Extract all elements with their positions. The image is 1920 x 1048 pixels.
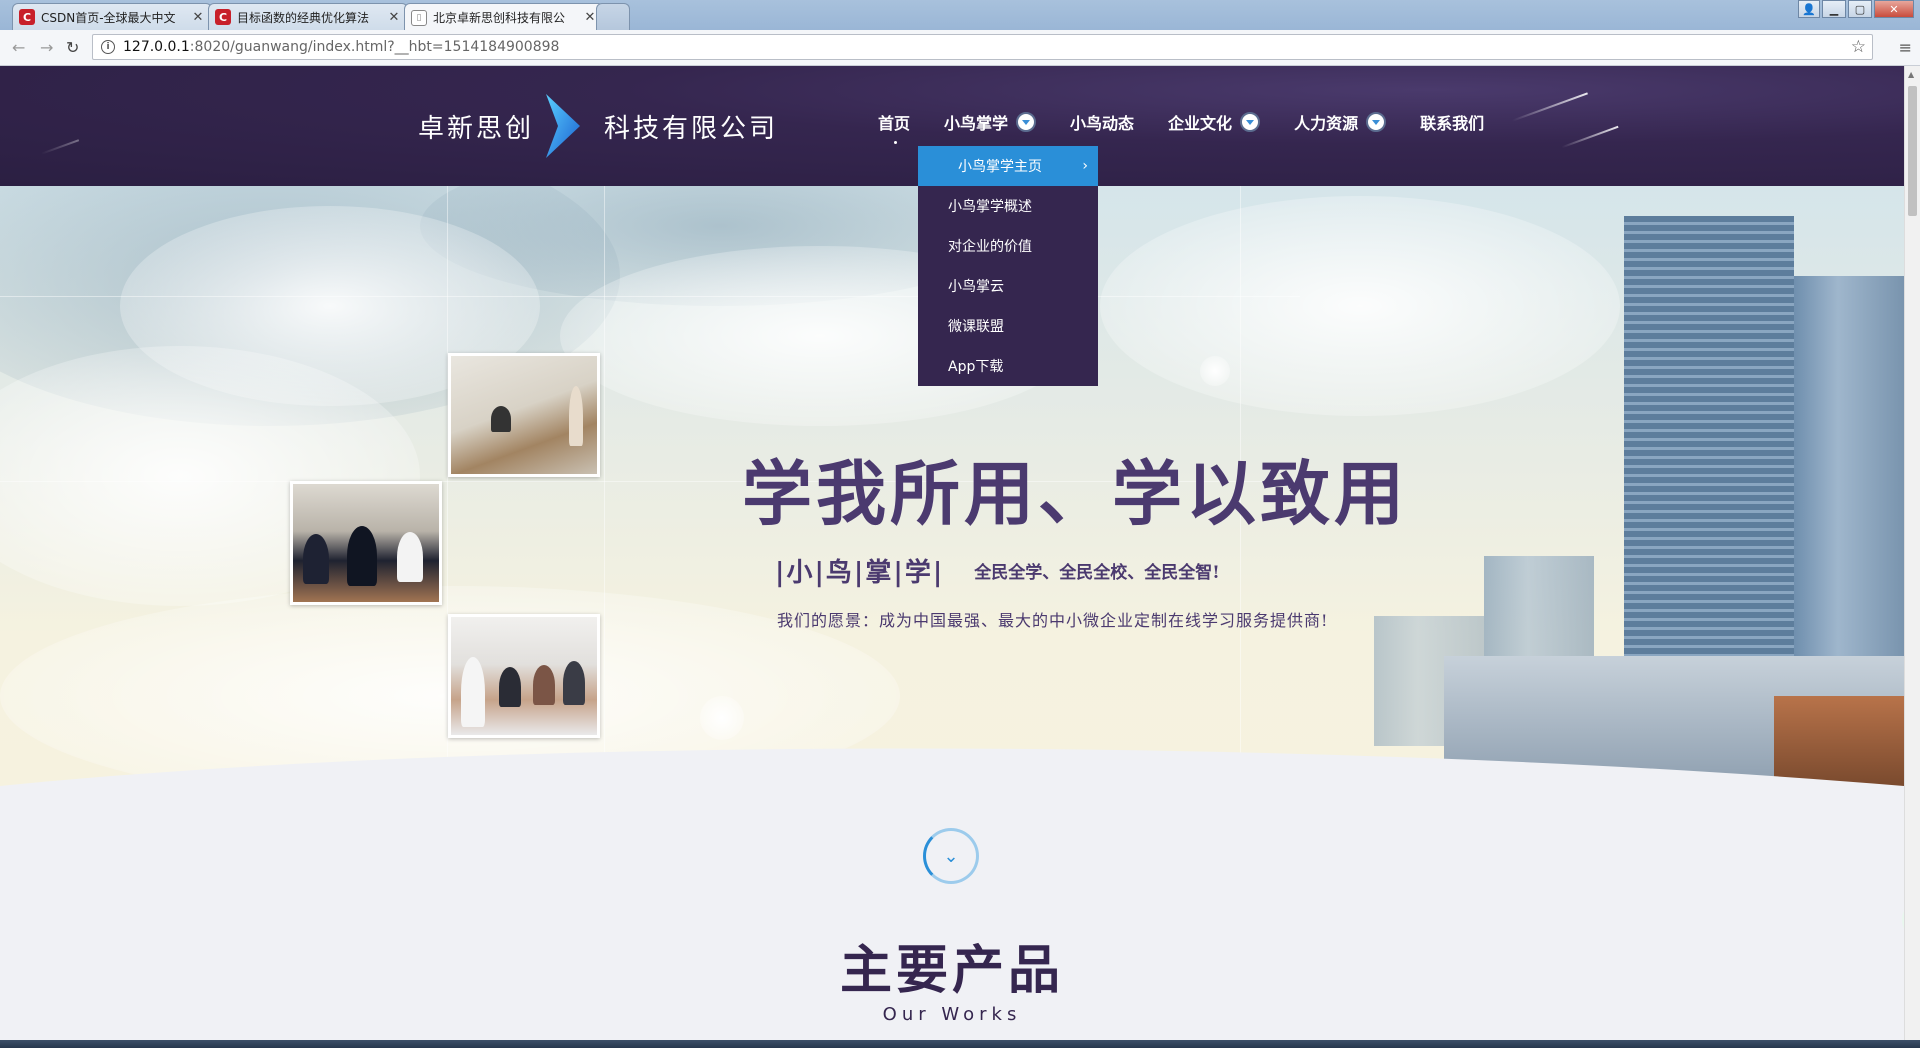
meeting-photo bbox=[290, 481, 442, 605]
page-scrollbar[interactable]: ▲ bbox=[1904, 66, 1920, 1040]
nav-item-culture[interactable]: 企业文化 bbox=[1168, 110, 1261, 134]
person-figure bbox=[569, 386, 583, 446]
dropdown-item[interactable]: 小鸟掌云 bbox=[918, 266, 1098, 306]
close-icon[interactable]: ✕ bbox=[191, 10, 205, 25]
url-input[interactable]: i 127.0.0.1:8020/guanwang/index.html?__h… bbox=[92, 34, 1873, 60]
grid-line bbox=[0, 296, 1300, 297]
os-taskbar bbox=[0, 1040, 1920, 1048]
vision-statement: 我们的愿景：成为中国最强、最大的中小微企业定制在线学习服务提供商! bbox=[777, 611, 1329, 630]
dropdown-item-label: 小鸟掌学概述 bbox=[948, 199, 1032, 215]
reload-icon[interactable]: ↻ bbox=[66, 38, 79, 57]
nav-item-xiaoniao[interactable]: 小鸟掌学 bbox=[944, 110, 1037, 134]
dropdown-item-label: App下载 bbox=[948, 359, 1004, 375]
brand-name: |小|鸟|掌|学| bbox=[775, 558, 945, 588]
person-figure bbox=[563, 661, 585, 705]
dropdown-item-label: 对企业的价值 bbox=[948, 239, 1032, 255]
dropdown-item[interactable]: 小鸟掌学主页 › bbox=[918, 146, 1098, 186]
nav-label: 小鸟掌学 bbox=[944, 114, 1009, 133]
csdn-icon: C bbox=[215, 9, 231, 25]
new-tab-button[interactable] bbox=[596, 3, 630, 30]
bookmark-star-icon[interactable]: ☆ bbox=[1851, 37, 1866, 57]
close-window-button[interactable]: ✕ bbox=[1874, 0, 1914, 18]
person-figure bbox=[491, 406, 511, 432]
classroom-photo bbox=[448, 353, 600, 477]
meteor-decoration bbox=[1561, 125, 1619, 149]
url-host: 127.0.0.1 bbox=[123, 39, 190, 55]
main-nav: 首页 小鸟掌学 小鸟动态 企业文化 人力资源 联系我们 bbox=[878, 110, 1518, 144]
section-subtitle: Our Works bbox=[882, 1004, 1022, 1025]
nav-label: 小鸟动态 bbox=[1070, 114, 1135, 133]
scrollbar-thumb[interactable] bbox=[1908, 86, 1917, 216]
maximize-button[interactable]: ▢ bbox=[1848, 0, 1872, 18]
person-figure bbox=[499, 667, 521, 707]
person-figure bbox=[533, 665, 555, 705]
logo-chevron-icon bbox=[546, 94, 581, 158]
logo-text-left: 卓新思创 bbox=[418, 113, 535, 144]
dropdown-item-label: 微课联盟 bbox=[948, 319, 1004, 335]
tab-title: 目标函数的经典优化算法 bbox=[237, 10, 370, 25]
scroll-up-icon[interactable]: ▲ bbox=[1908, 70, 1914, 79]
csdn-icon: C bbox=[19, 9, 35, 25]
person-figure bbox=[397, 532, 423, 582]
chevron-down-icon[interactable] bbox=[1366, 112, 1387, 132]
xiaoniao-dropdown-menu: 小鸟掌学主页 › 小鸟掌学概述 对企业的价值 小鸟掌云微课联盟 App下载 bbox=[918, 146, 1098, 386]
company-logo[interactable]: 卓新思创 科技有限公司 bbox=[418, 94, 778, 158]
dropdown-item-label: 小鸟掌学主页 bbox=[958, 159, 1042, 175]
logo-text-right: 科技有限公司 bbox=[604, 113, 779, 144]
nav-label: 企业文化 bbox=[1168, 114, 1233, 133]
browser-tab-optimization[interactable]: C 目标函数的经典优化算法 ✕ bbox=[208, 3, 408, 30]
banner-wave-edge bbox=[0, 748, 1904, 806]
nav-item-contact[interactable]: 联系我们 bbox=[1420, 110, 1484, 134]
meteor-decoration bbox=[40, 139, 80, 155]
meteor-decoration bbox=[1512, 92, 1588, 122]
tab-title: 北京卓新思创科技有限公 bbox=[433, 11, 566, 25]
info-icon[interactable]: i bbox=[101, 40, 115, 54]
browser-menu-icon[interactable]: ≡ bbox=[1899, 38, 1912, 57]
brand-row: |小|鸟|掌|学| 全民全学、全民全校、全民全智! bbox=[775, 552, 1220, 589]
user-icon[interactable]: 👤 bbox=[1798, 0, 1820, 18]
browser-tab-company[interactable]: ▯ 北京卓新思创科技有限公 ✕ bbox=[404, 3, 604, 31]
nav-label: 人力资源 bbox=[1294, 114, 1359, 133]
chevron-down-icon: ⌄ bbox=[943, 845, 959, 867]
close-icon[interactable]: ✕ bbox=[387, 10, 401, 25]
dropdown-item[interactable]: App下载 bbox=[918, 346, 1098, 386]
page-icon: ▯ bbox=[411, 9, 427, 26]
nav-label: 联系我们 bbox=[1420, 114, 1485, 133]
building bbox=[1624, 216, 1794, 726]
person-figure bbox=[461, 657, 485, 727]
minimize-button[interactable]: ▁ bbox=[1822, 0, 1846, 18]
business-team-photo bbox=[448, 614, 600, 738]
tab-title: CSDN首页-全球最大中文 bbox=[41, 10, 176, 25]
dropdown-item[interactable]: 对企业的价值 bbox=[918, 226, 1098, 266]
back-icon[interactable]: ← bbox=[12, 38, 25, 57]
chevron-down-icon[interactable] bbox=[1240, 112, 1261, 132]
nav-item-news[interactable]: 小鸟动态 bbox=[1070, 110, 1134, 134]
nav-item-home[interactable]: 首页 bbox=[878, 110, 911, 144]
url-path: :8020/guanwang/index.html?__hbt=15141849… bbox=[189, 39, 560, 55]
forward-icon[interactable]: → bbox=[40, 38, 53, 57]
close-icon[interactable]: ✕ bbox=[583, 10, 597, 25]
browser-tab-csdn-home[interactable]: C CSDN首页-全球最大中文 ✕ bbox=[12, 3, 212, 30]
nav-label: 首页 bbox=[878, 114, 911, 133]
section-title: 主要产品 bbox=[839, 940, 1064, 1001]
dropdown-item-label: 小鸟掌云 bbox=[948, 279, 1004, 295]
grid-line bbox=[604, 186, 605, 786]
nav-item-hr[interactable]: 人力资源 bbox=[1294, 110, 1387, 134]
person-figure bbox=[303, 534, 329, 584]
chevron-down-icon[interactable] bbox=[1016, 112, 1037, 132]
address-bar-row: ← → ↻ i 127.0.0.1:8020/guanwang/index.ht… bbox=[0, 30, 1920, 66]
brand-tagline: 全民全学、全民全校、全民全智! bbox=[974, 563, 1220, 583]
chevron-right-icon: › bbox=[1082, 158, 1088, 174]
hero-slogan: 学我所用、学以致用 bbox=[742, 452, 1408, 535]
scroll-down-button[interactable]: ⌄ bbox=[923, 828, 979, 884]
browser-tab-strip: C CSDN首页-全球最大中文 ✕ C 目标函数的经典优化算法 ✕ ▯ 北京卓新… bbox=[0, 0, 1920, 31]
person-figure bbox=[347, 526, 377, 586]
window-controls: 👤 ▁ ▢ ✕ bbox=[1798, 0, 1914, 18]
page-viewport: 卓新思创 科技有限公司 首页 小鸟掌学 小鸟动态 企业文化 人力资源 联系我们 … bbox=[0, 66, 1904, 1040]
dropdown-item[interactable]: 小鸟掌学概述 bbox=[918, 186, 1098, 226]
dropdown-item[interactable]: 微课联盟 bbox=[918, 306, 1098, 346]
